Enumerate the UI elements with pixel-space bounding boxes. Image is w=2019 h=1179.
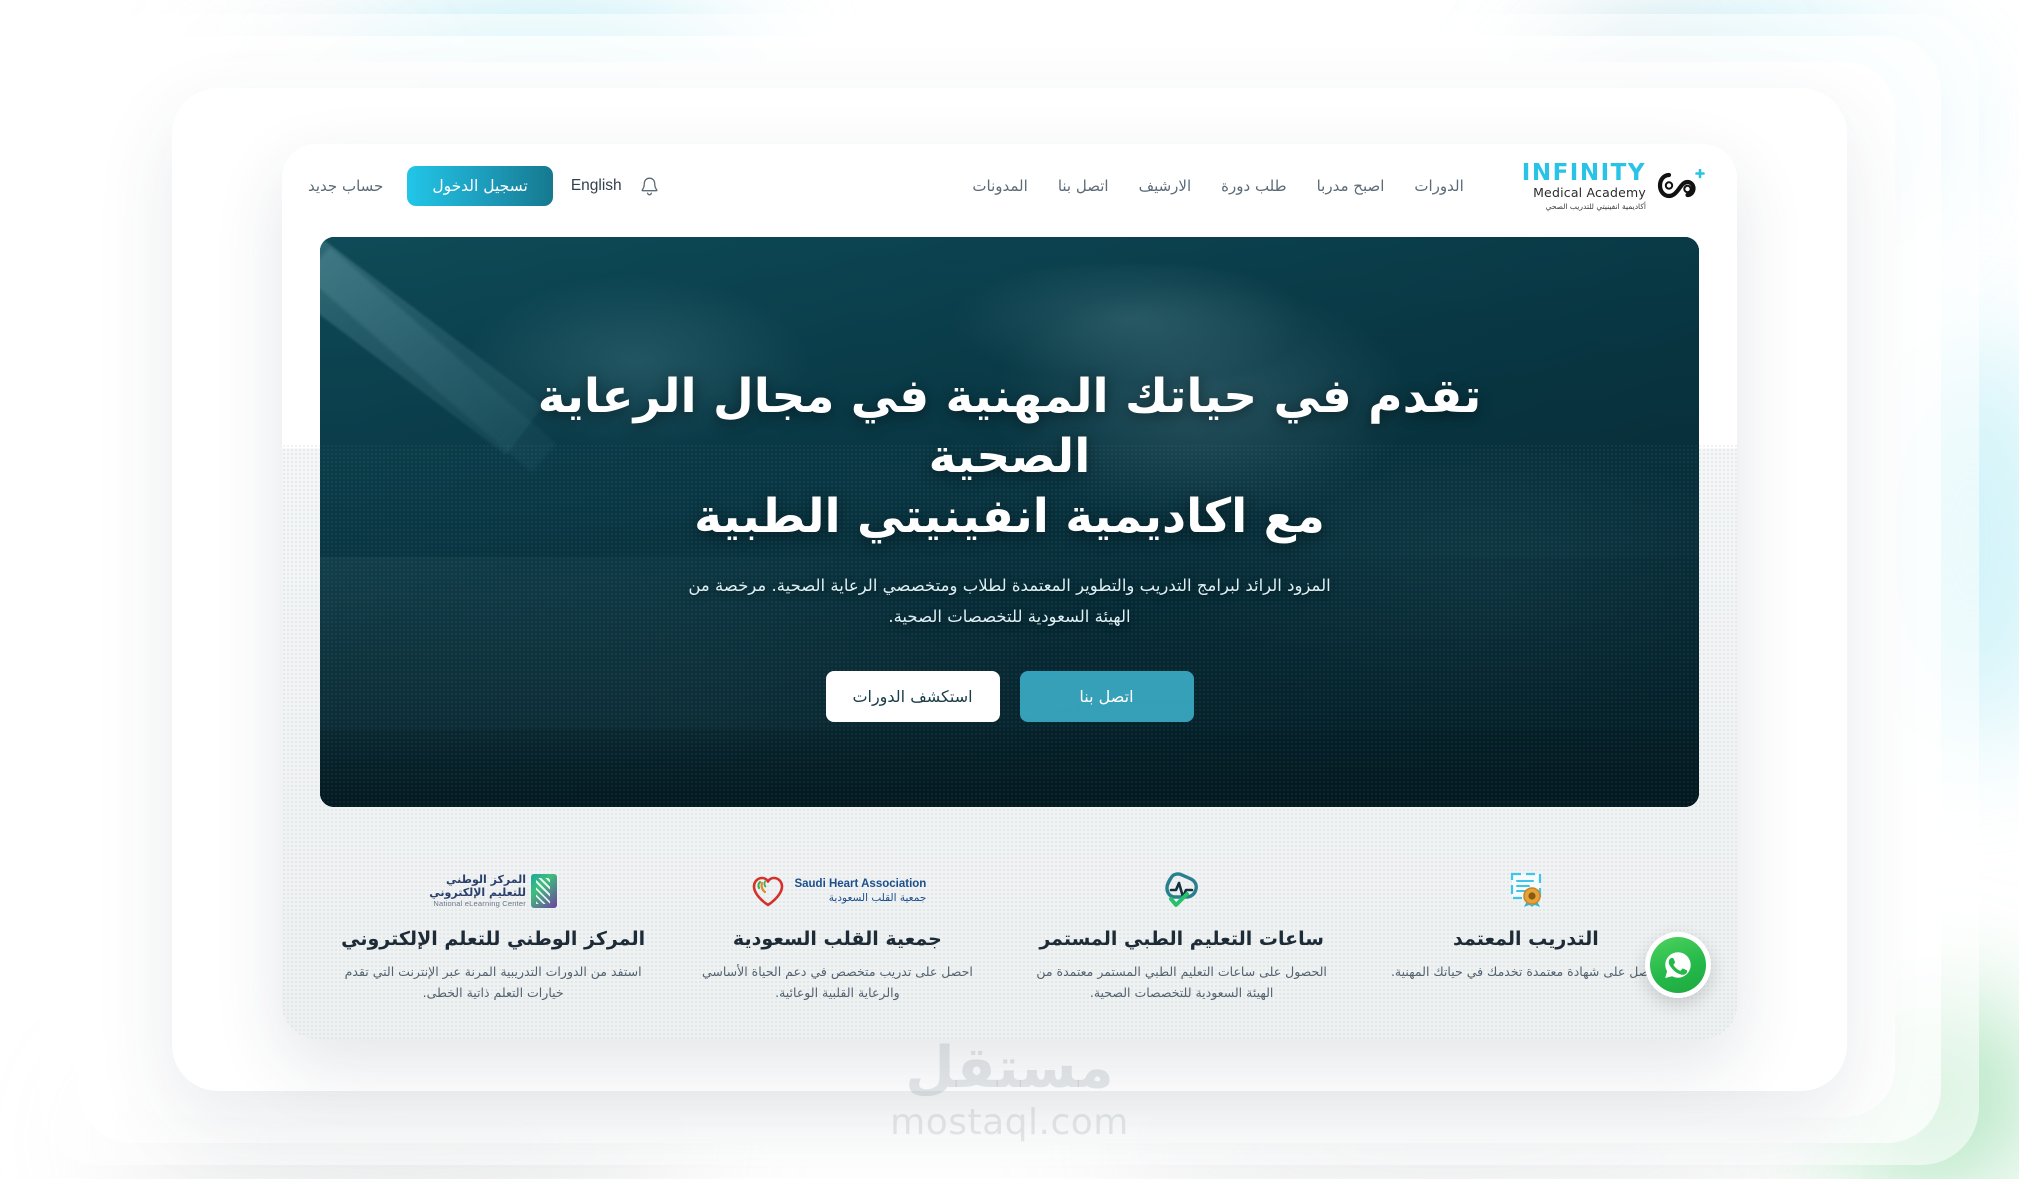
nelc-logo-line2: للتعليم الإلكتروني [429,885,526,899]
feature-description: الحصول على ساعات التعليم الطبي المستمر م… [1036,963,1327,1000]
nav-item-archive[interactable]: الارشيف [1139,177,1192,195]
logo-arabic-tagline: أكاديمية انفينيتي للتدريب الصحي [1545,201,1646,211]
hero-cta-group: اتصل بنا استكشف الدورات [825,670,1194,722]
whatsapp-float-button[interactable] [1645,932,1711,998]
hero-title: تقدم في حياتك المهنية في مجال الرعاية ال… [505,367,1515,547]
feature-title: جمعية القلب السعودية [732,928,942,950]
sha-logo-line-en: Saudi Heart Association [794,878,927,891]
hero-title-line1: تقدم في حياتك المهنية في مجال الرعاية ال… [537,369,1482,485]
signup-link[interactable]: حساب جديد [308,177,389,195]
nelc-logo-line3: National eLearning Center [433,898,526,908]
hero-contact-button[interactable]: اتصل بنا [1019,670,1194,722]
hero-subtitle: المزود الرائد لبرامج التدريب والتطوير ال… [688,576,1331,626]
feature-card-accredited-training[interactable]: التدريب المعتمد احصل على شهادة معتمدة تخ… [1363,865,1689,1003]
hero-title-line2: مع اكاديمية انفينيتي الطبية [694,489,1325,545]
site-logo[interactable]: INFINITY Medical Academy أكاديمية انفيني… [1510,162,1711,210]
feature-strip: التدريب المعتمد احصل على شهادة معتمدة تخ… [282,865,1737,1003]
nelc-emblem-icon [530,874,557,908]
infinity-stethoscope-icon [1655,168,1711,203]
feature-description: استفد من الدورات التدريبية المرنة عبر ال… [344,963,642,1000]
feature-title: التدريب المعتمد [1452,928,1599,950]
national-elearning-center-logo: المركز الوطني للتعليم الإلكتروني Nationa… [336,865,650,917]
saudi-heart-association-logo: Saudi Heart Association جمعية القلب السع… [680,865,994,917]
feature-title: ساعات التعليم الطبي المستمر [1039,928,1324,950]
site-navbar: INFINITY Medical Academy أكاديمية انفيني… [282,144,1737,228]
nav-item-become-trainer[interactable]: اصبح مدربا [1317,177,1385,195]
sha-logo-line-ar: جمعية القلب السعودية [828,891,927,904]
bell-icon[interactable] [640,176,659,197]
screenshot-stage: INFINITY Medical Academy أكاديمية انفيني… [0,0,2019,1179]
heart-icon [753,876,784,907]
feature-card-cme-hours[interactable]: ساعات التعليم الطبي المستمر الحصول على س… [1019,865,1345,1003]
certificate-badge-icon [1369,865,1683,917]
nav-item-courses[interactable]: الدورات [1414,177,1463,195]
hero-content: تقدم في حياتك المهنية في مجال الرعاية ال… [320,237,1699,807]
feature-card-saudi-heart-association[interactable]: Saudi Heart Association جمعية القلب السع… [674,865,1000,1003]
heartbeat-shield-icon [1025,865,1339,917]
login-button[interactable]: تسجيل الدخول [407,166,553,206]
navbar-actions: English تسجيل الدخول حساب جديد [308,166,659,206]
feature-title: المركز الوطني للتعلم الإلكتروني [341,928,646,950]
nav-item-request-course[interactable]: طلب دورة [1221,177,1286,195]
hero-explore-courses-button[interactable]: استكشف الدورات [825,670,1000,722]
nelc-logo-line1: المركز الوطني [446,872,526,886]
logo-title: INFINITY [1521,160,1646,186]
logo-subtitle: Medical Academy [1533,185,1646,200]
hero-banner: تقدم في حياتك المهنية في مجال الرعاية ال… [320,237,1699,807]
website-card: INFINITY Medical Academy أكاديمية انفيني… [282,144,1737,1039]
feature-card-national-elearning-center[interactable]: المركز الوطني للتعليم الإلكتروني Nationa… [330,865,656,1003]
language-toggle[interactable]: English [571,177,622,195]
nav-item-blogs[interactable]: المدونات [972,177,1027,195]
feature-description: احصل على شهادة معتمدة تخدمك في حياتك الم… [1390,963,1661,979]
whatsapp-icon [1650,937,1706,993]
nav-item-contact-us[interactable]: اتصل بنا [1058,177,1109,195]
feature-description: احصل على تدريب متخصص في دعم الحياة الأسا… [701,963,973,1000]
primary-navigation: الدورات اصبح مدربا طلب دورة الارشيف اتصل… [972,177,1463,195]
